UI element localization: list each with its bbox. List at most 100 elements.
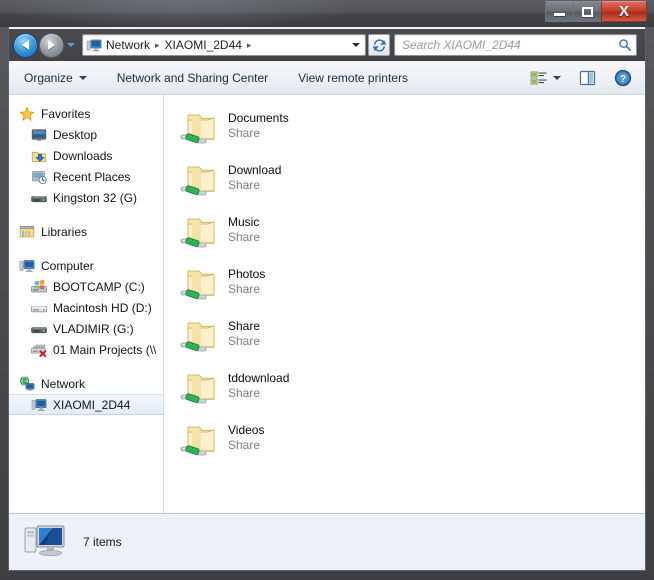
sidebar-label: BOOTCAMP (C:) <box>53 279 145 294</box>
file-type: Share <box>228 334 261 348</box>
shared-folder-icon <box>178 211 222 255</box>
file-type: Share <box>228 438 261 452</box>
toolbar-right-group: ? <box>527 66 639 90</box>
computer-icon <box>31 397 47 413</box>
sidebar-label: Favorites <box>41 106 91 121</box>
preview-pane-icon <box>579 70 596 86</box>
list-item[interactable]: tddownload Share <box>178 365 645 417</box>
shared-folder-icon <box>178 367 222 411</box>
file-type: Share <box>228 282 261 296</box>
list-item-text: tddownload Share <box>228 367 289 401</box>
close-button[interactable]: X <box>601 1 647 22</box>
sidebar-item-macintosh-hd-d[interactable]: Macintosh HD (D:) <box>9 297 163 318</box>
item-count-label: 7 items <box>83 534 122 549</box>
sidebar-item-recent-places[interactable]: Recent Places <box>9 166 163 187</box>
downloads-icon <box>31 148 47 164</box>
sidebar-item-bootcamp-c[interactable]: BOOTCAMP (C:) <box>9 276 163 297</box>
view-remote-printers-button[interactable]: View remote printers <box>289 66 417 90</box>
status-bar: 7 items <box>9 513 645 569</box>
window-controls: X <box>545 1 647 22</box>
list-item[interactable]: Documents Share <box>178 105 645 157</box>
hard-drive-icon <box>31 300 47 316</box>
preview-pane-button[interactable] <box>576 66 599 90</box>
chevron-down-icon <box>67 43 75 47</box>
refresh-button[interactable] <box>368 34 390 56</box>
breadcrumb-segment-network[interactable]: Network <box>104 38 152 52</box>
breadcrumb[interactable]: Network ▸ XIAOMI_2D44 ▸ <box>82 34 366 56</box>
libraries-icon <box>19 224 35 240</box>
file-name: Share <box>228 319 261 333</box>
list-item-text: Videos Share <box>228 419 264 453</box>
back-button[interactable] <box>13 32 38 58</box>
sidebar-label: Macintosh HD (D:) <box>53 300 152 315</box>
list-item-text: Photos Share <box>228 263 265 297</box>
sidebar-group-network[interactable]: Network <box>9 373 163 394</box>
recent-places-icon <box>31 169 47 185</box>
search-input[interactable]: Search XIAOMI_2D44 <box>402 38 618 52</box>
minimize-icon <box>554 13 565 16</box>
sidebar-label: XIAOMI_2D44 <box>53 397 131 412</box>
maximize-button[interactable] <box>573 1 602 22</box>
computer-icon <box>23 522 69 562</box>
network-icon <box>19 375 35 392</box>
list-item[interactable]: Videos Share <box>178 417 645 469</box>
list-item[interactable]: Download Share <box>178 157 645 209</box>
file-list[interactable]: Documents Share Download Share Music Sha… <box>164 95 645 513</box>
minimize-button[interactable] <box>545 1 574 22</box>
star-icon <box>19 105 35 122</box>
file-name: tddownload <box>228 371 290 385</box>
sidebar-label: Computer <box>41 258 94 273</box>
sidebar-label: 01 Main Projects (\\ <box>53 342 157 357</box>
shared-folder-icon <box>178 315 222 359</box>
shared-folder-icon <box>178 107 222 151</box>
forward-arrow-icon <box>48 40 55 50</box>
removable-drive-icon <box>31 190 47 206</box>
sidebar-group-libraries[interactable]: Libraries <box>9 221 163 242</box>
sidebar-item-01-main-projects[interactable]: 01 Main Projects (\\ <box>9 339 163 360</box>
navigation-pane[interactable]: Favorites Desktop Downloads Recent Place… <box>9 95 164 513</box>
help-button[interactable]: ? <box>611 66 635 90</box>
file-type: Share <box>228 126 261 140</box>
list-item-text: Documents Share <box>228 107 289 141</box>
sidebar-item-desktop[interactable]: Desktop <box>9 124 163 145</box>
help-icon: ? <box>614 69 632 87</box>
close-icon: X <box>618 3 629 20</box>
breadcrumb-dropdown-button[interactable] <box>348 35 364 55</box>
breadcrumb-separator-last[interactable]: ▸ <box>244 40 255 51</box>
file-type: Share <box>228 386 261 400</box>
sidebar-group-favorites[interactable]: Favorites <box>9 103 163 124</box>
forward-button[interactable] <box>39 32 64 58</box>
recent-pages-button[interactable] <box>65 33 77 58</box>
sidebar-group-computer[interactable]: Computer <box>9 255 163 276</box>
sidebar-label: Libraries <box>41 224 88 239</box>
sidebar-item-kingston-32[interactable]: Kingston 32 (G) <box>9 187 163 208</box>
file-name: Download <box>228 163 282 177</box>
file-name: Music <box>228 215 260 229</box>
search-box[interactable]: Search XIAOMI_2D44 <box>394 34 637 56</box>
file-name: Documents <box>228 111 289 125</box>
list-item[interactable]: Photos Share <box>178 261 645 313</box>
organize-button[interactable]: Organize <box>15 66 96 90</box>
organize-label: Organize <box>24 71 73 85</box>
file-name: Photos <box>228 267 266 281</box>
list-item-text: Music Share <box>228 211 260 245</box>
breadcrumb-separator[interactable]: ▸ <box>152 40 163 51</box>
breadcrumb-segment-xiaomi[interactable]: XIAOMI_2D44 <box>163 38 244 52</box>
list-item-text: Share Share <box>228 315 260 349</box>
network-sharing-center-button[interactable]: Network and Sharing Center <box>108 66 277 90</box>
shared-folder-icon <box>178 419 222 463</box>
sidebar-label: Kingston 32 (G) <box>53 190 138 205</box>
view-list-icon <box>530 71 547 85</box>
list-item[interactable]: Share Share <box>178 313 645 365</box>
navigation-buttons <box>13 32 77 58</box>
sidebar-item-vladimir-g[interactable]: VLADIMIR (G:) <box>9 318 163 339</box>
sidebar-item-downloads[interactable]: Downloads <box>9 145 163 166</box>
file-type: Share <box>228 230 261 244</box>
network-computer-icon <box>86 37 102 53</box>
change-view-button[interactable] <box>527 66 564 90</box>
desktop-icon <box>31 127 47 143</box>
sidebar-item-xiaomi-2d44[interactable]: XIAOMI_2D44 <box>9 394 163 415</box>
list-item[interactable]: Music Share <box>178 209 645 261</box>
disconnected-network-drive-icon <box>30 342 47 358</box>
